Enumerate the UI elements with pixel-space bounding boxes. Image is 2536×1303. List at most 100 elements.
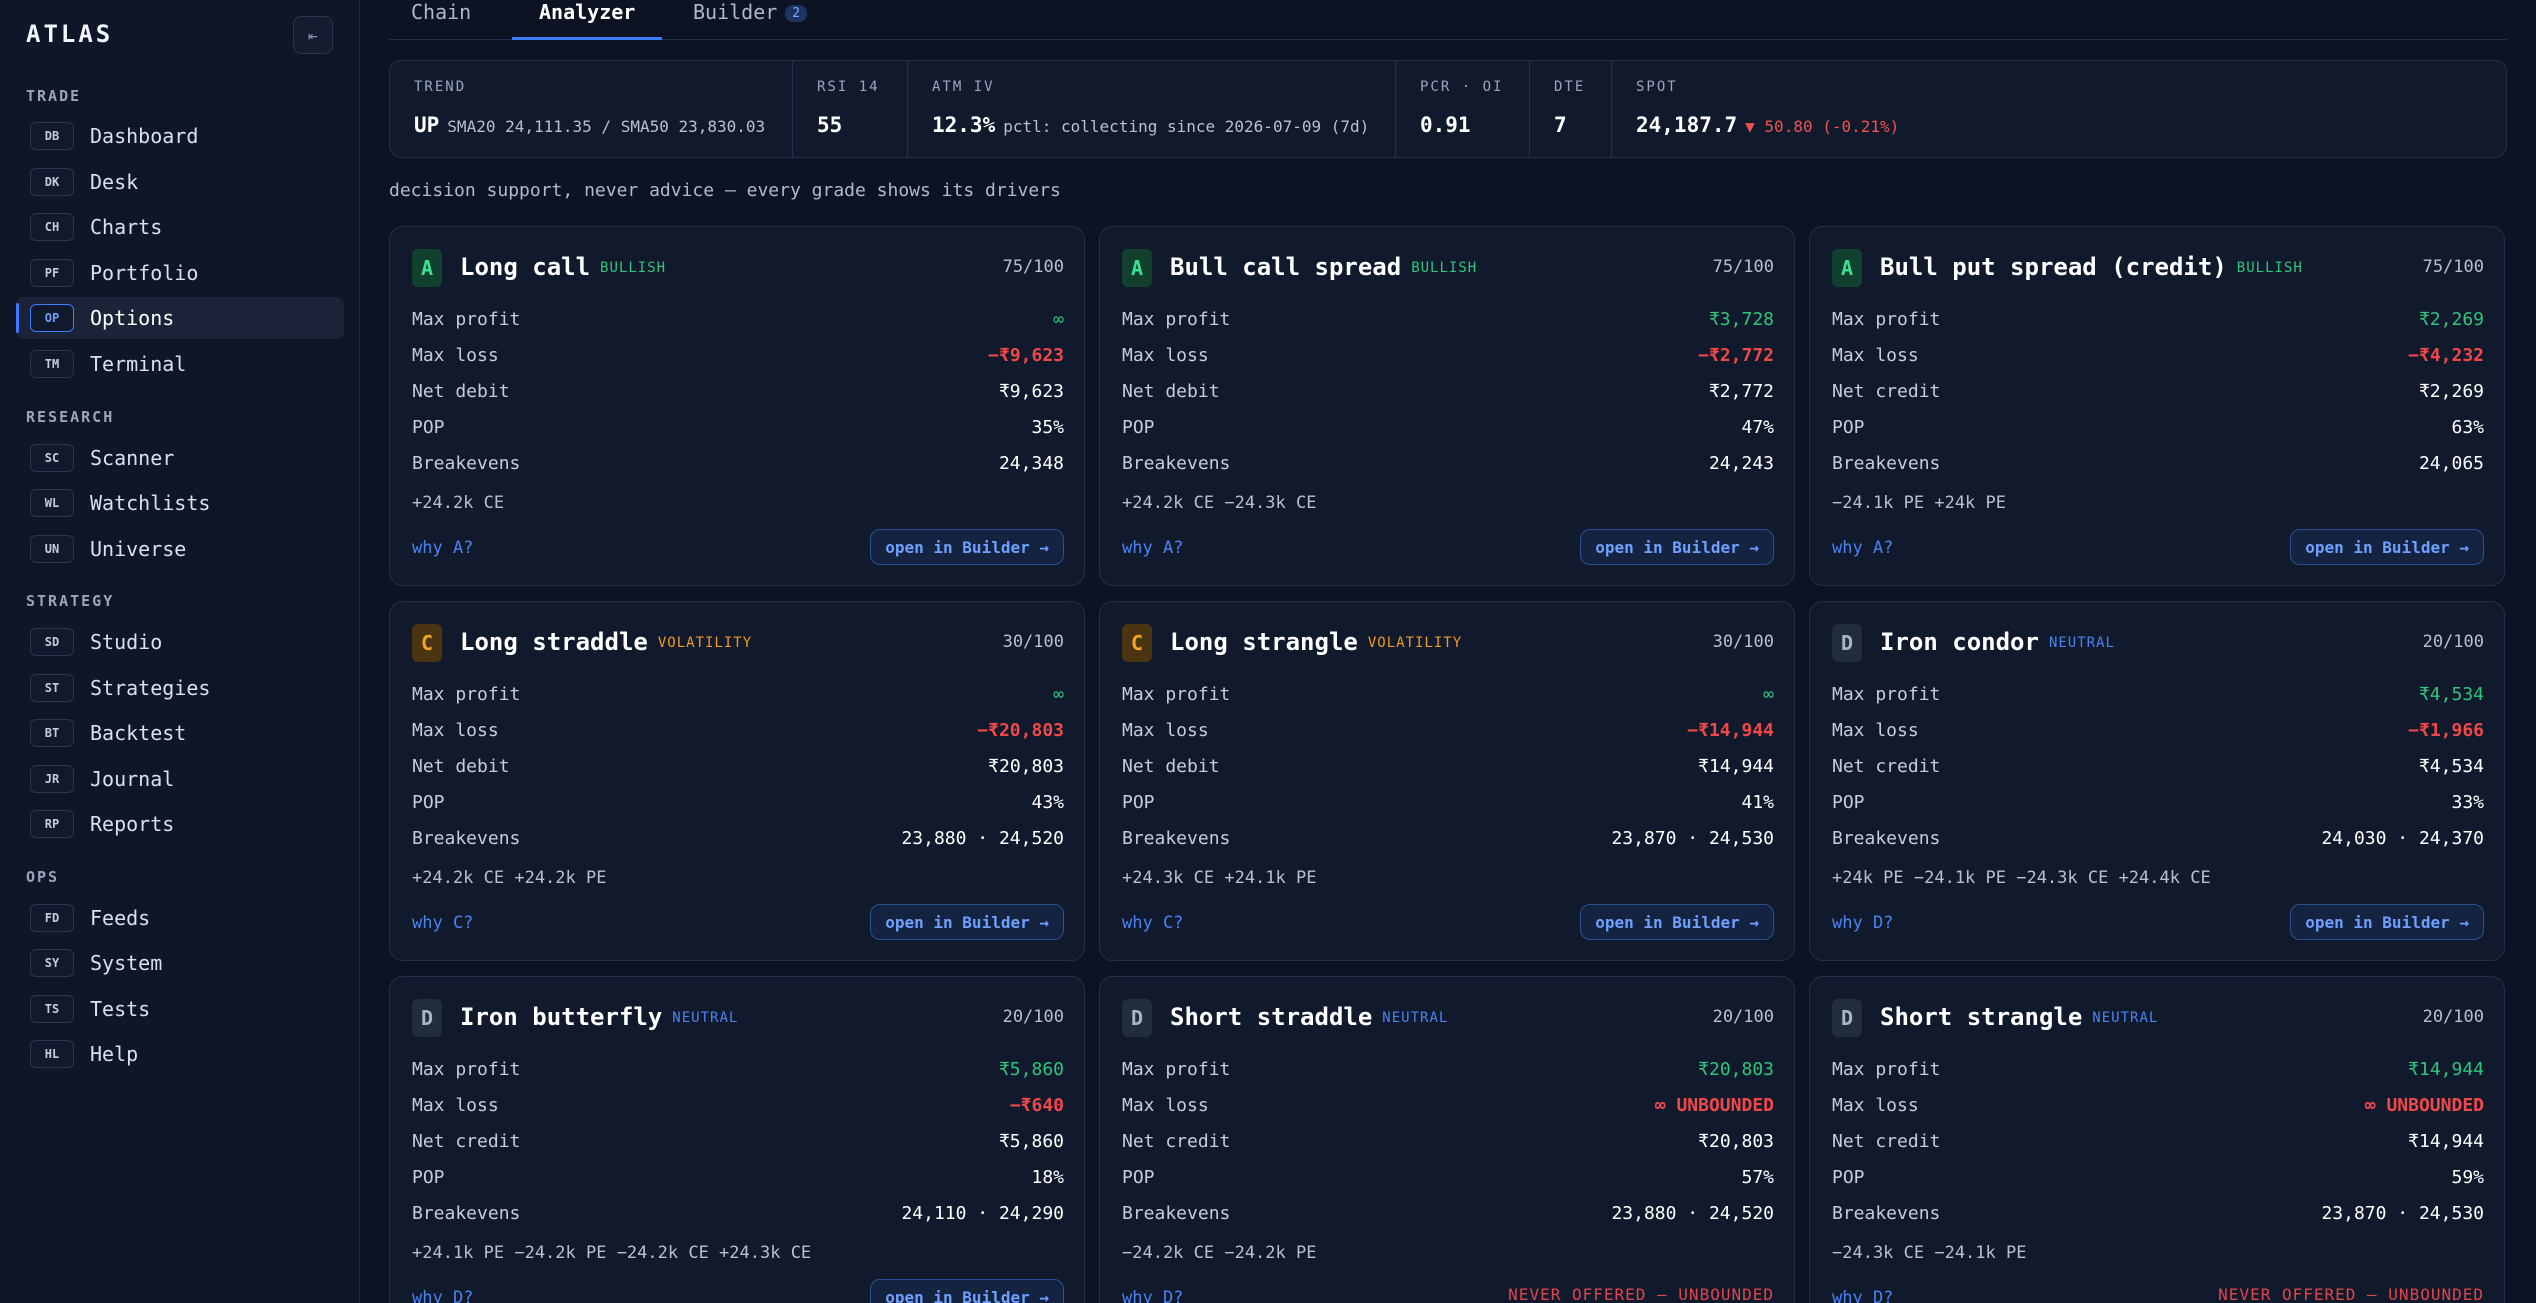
spot-change: ▼ 50.80 (-0.21%) (1745, 117, 1900, 136)
tab-label: Chain (411, 0, 472, 24)
metric-label: POP (1832, 791, 1865, 813)
breakevens-value: 24,110 · 24,290 (901, 1202, 1064, 1224)
metric-label: Max loss (1122, 719, 1209, 741)
sidebar-item-label: Universe (90, 537, 187, 561)
metric-label: Max loss (1122, 1094, 1209, 1116)
open-in-builder-button[interactable]: open in Builder → (2290, 529, 2484, 565)
why-grade-link[interactable]: why C? (412, 913, 473, 933)
metric-label: Breakevens (1832, 827, 1941, 849)
sidebar-item-strategies[interactable]: ST Strategies (16, 667, 344, 709)
sidebar-item-journal[interactable]: JR Journal (16, 758, 344, 800)
metric-label: Net credit (412, 1130, 521, 1152)
collapse-sidebar-button[interactable]: ⇤ (293, 16, 333, 54)
metric-pop: POP 43% (412, 784, 1064, 820)
grade-badge: D (1122, 999, 1152, 1037)
stat-label: RSI 14 (817, 79, 880, 95)
net-value: ₹20,803 (1698, 1130, 1774, 1152)
sidebar-item-portfolio[interactable]: PF Portfolio (16, 252, 344, 294)
max-loss-value: −₹2,772 (1698, 344, 1774, 366)
metric-max-loss: Max loss −₹9,623 (412, 337, 1064, 373)
grade-badge: A (1122, 249, 1152, 287)
why-grade-link[interactable]: why A? (1832, 538, 1893, 558)
why-grade-link[interactable]: why C? (1122, 913, 1183, 933)
journal-icon: JR (30, 765, 74, 793)
open-in-builder-button[interactable]: open in Builder → (870, 529, 1064, 565)
metric-label: Max profit (412, 683, 521, 705)
why-grade-link[interactable]: why D? (1832, 1288, 1893, 1303)
sidebar-item-terminal[interactable]: TM Terminal (16, 343, 344, 385)
grade-badge: C (1122, 624, 1152, 662)
sidebar-item-charts[interactable]: CH Charts (16, 206, 344, 248)
tab-chain[interactable]: Chain (411, 0, 497, 40)
metric-label: Net debit (1122, 755, 1220, 777)
nav-section-research: RESEARCH (26, 408, 115, 426)
metric-max-profit: Max profit ₹5,860 (412, 1051, 1064, 1087)
pop-value: 59% (2451, 1166, 2484, 1188)
score: 75/100 (2422, 257, 2484, 277)
metric-label: Net debit (412, 755, 510, 777)
sidebar-item-label: Dashboard (90, 124, 199, 148)
sidebar-item-reports[interactable]: RP Reports (16, 803, 344, 845)
metric-label: Max loss (1832, 344, 1919, 366)
tab-builder[interactable]: Builder 2 (693, 0, 853, 40)
sidebar-item-desk[interactable]: DK Desk (16, 161, 344, 203)
metric-label: Breakevens (1832, 452, 1941, 474)
open-in-builder-button[interactable]: open in Builder → (1580, 529, 1774, 565)
open-in-builder-button[interactable]: open in Builder → (1580, 904, 1774, 940)
sidebar-item-feeds[interactable]: FD Feeds (16, 897, 344, 939)
sidebar-item-help[interactable]: HL Help (16, 1033, 344, 1075)
sidebar-item-options[interactable]: OP Options (16, 297, 344, 339)
stat-label: DTE (1554, 79, 1586, 95)
pop-value: 63% (2451, 416, 2484, 438)
metric-pop: POP 47% (1122, 409, 1774, 445)
score: 30/100 (1712, 632, 1774, 652)
why-grade-link[interactable]: why D? (1832, 913, 1893, 933)
net-value: ₹14,944 (2408, 1130, 2484, 1152)
why-grade-link[interactable]: why A? (412, 538, 473, 558)
nav-section-trade: TRADE (26, 87, 82, 105)
strategy-legs: +24.2k CE −24.3k CE (1122, 493, 1317, 513)
why-grade-link[interactable]: why D? (1122, 1288, 1183, 1303)
never-offered-notice: NEVER OFFERED — UNBOUNDED (2218, 1285, 2484, 1303)
open-in-builder-button[interactable]: open in Builder → (870, 904, 1064, 940)
metric-max-profit: Max profit ₹2,269 (1832, 301, 2484, 337)
reports-icon: RP (30, 810, 74, 838)
metric-breakevens: Breakevens 23,880 · 24,520 (1122, 1195, 1774, 1231)
grade-badge: A (1832, 249, 1862, 287)
why-grade-link[interactable]: why D? (412, 1288, 473, 1303)
sidebar-item-system[interactable]: SY System (16, 942, 344, 984)
pop-value: 47% (1741, 416, 1774, 438)
feeds-icon: FD (30, 904, 74, 932)
open-in-builder-button[interactable]: open in Builder → (2290, 904, 2484, 940)
sidebar-item-scanner[interactable]: SC Scanner (16, 437, 344, 479)
metric-label: Max loss (1832, 719, 1919, 741)
strategy-title: Short straddle (1170, 1003, 1373, 1031)
sidebar-item-tests[interactable]: TS Tests (16, 988, 344, 1030)
metric-label: Max loss (412, 1094, 499, 1116)
charts-icon: CH (30, 213, 74, 241)
max-profit-value: ∞ (1053, 683, 1064, 705)
sidebar-item-label: Terminal (90, 352, 187, 376)
metric-breakevens: Breakevens 23,880 · 24,520 (412, 820, 1064, 856)
bias-tag: VOLATILITY (1367, 635, 1463, 651)
rsi-value: 55 (817, 113, 843, 137)
sidebar-item-studio[interactable]: SD Studio (16, 621, 344, 663)
sidebar-item-watchlists[interactable]: WL Watchlists (16, 482, 344, 524)
open-in-builder-button[interactable]: open in Builder → (870, 1279, 1064, 1303)
sidebar-item-backtest[interactable]: BT Backtest (16, 712, 344, 754)
sidebar-item-universe[interactable]: UN Universe (16, 528, 344, 570)
strategy-legs: +24.3k CE +24.1k PE (1122, 868, 1317, 888)
pop-value: 41% (1741, 791, 1774, 813)
stat-dte: DTE 7 (1530, 61, 1612, 157)
metric-breakevens: Breakevens 24,243 (1122, 445, 1774, 481)
score: 20/100 (2422, 1007, 2484, 1027)
why-grade-link[interactable]: why A? (1122, 538, 1183, 558)
tab-analyzer[interactable]: Analyzer (512, 0, 662, 40)
metric-pop: POP 18% (412, 1159, 1064, 1195)
bias-tag: BULLISH (600, 260, 667, 276)
max-loss-value: ∞ UNBOUNDED (1654, 1094, 1774, 1116)
collapse-icon: ⇤ (308, 25, 318, 45)
universe-icon: UN (30, 535, 74, 563)
sidebar-item-dashboard[interactable]: DB Dashboard (16, 115, 344, 157)
metric-breakevens: Breakevens 24,110 · 24,290 (412, 1195, 1064, 1231)
